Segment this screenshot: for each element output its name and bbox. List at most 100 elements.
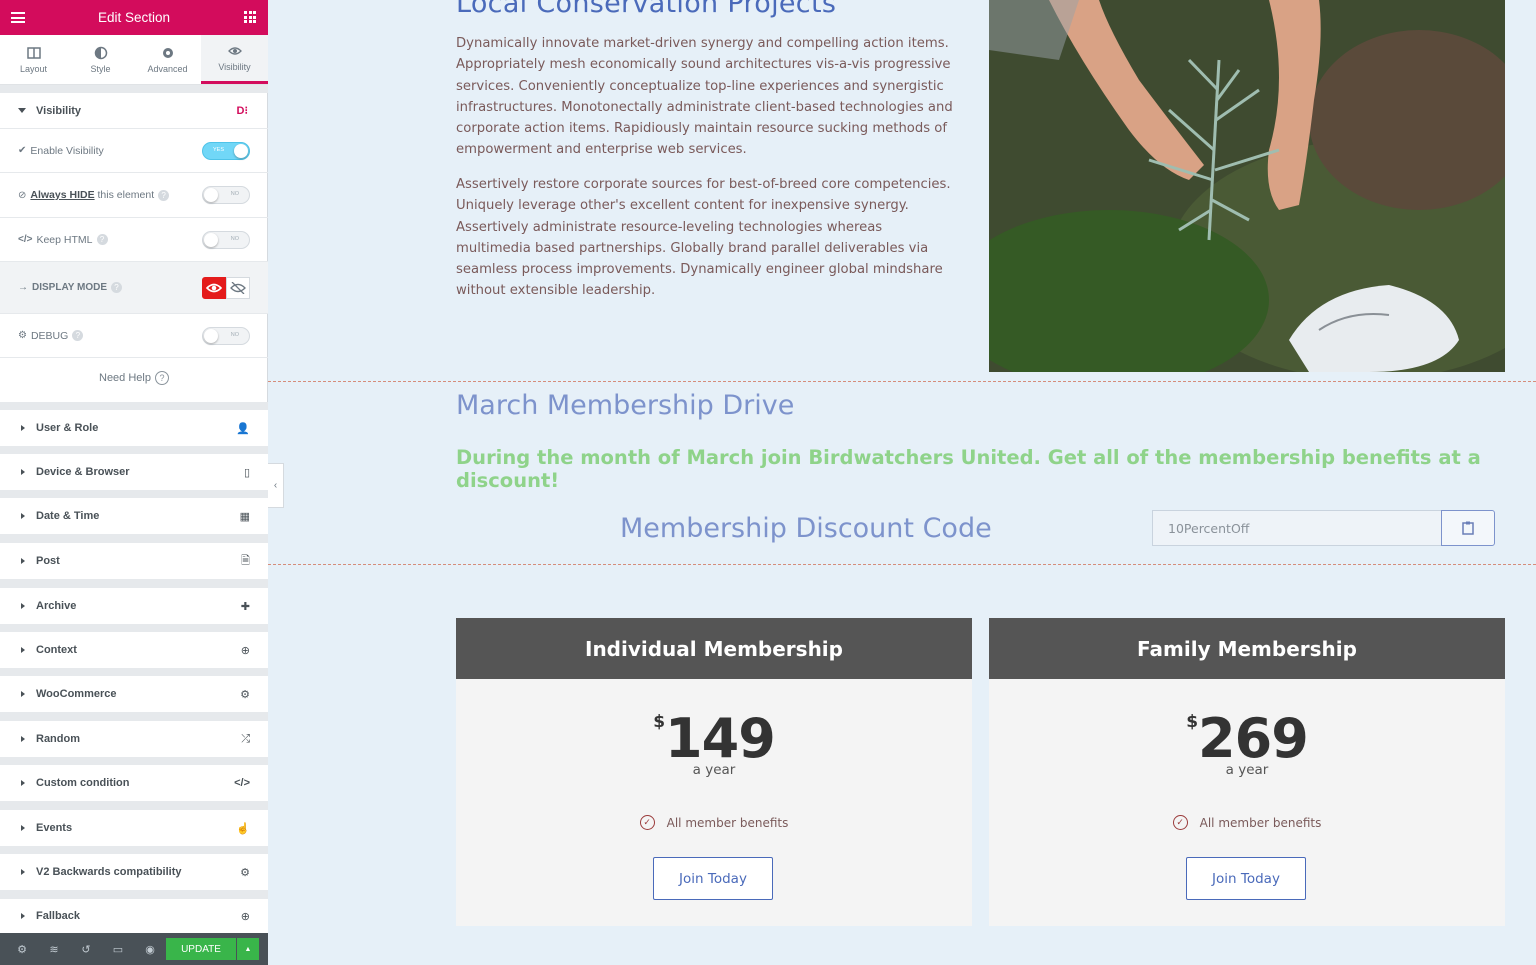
help-icon[interactable]: ? [111, 282, 123, 293]
plan-price: $269 [989, 710, 1505, 768]
settings-icon[interactable]: ⚙ [6, 943, 38, 956]
user-icon: 👤 [236, 422, 250, 435]
march-title: March Membership Drive [456, 390, 795, 421]
conservation-title: Local Conservation Projects [456, 0, 837, 19]
divider [0, 534, 268, 543]
display-mode-switch [202, 276, 250, 299]
caret-right-icon [21, 469, 25, 475]
divider [0, 757, 268, 765]
currency-symbol: $ [1186, 712, 1199, 732]
section-post[interactable]: Post 🗎 [0, 543, 268, 579]
mobile-icon: ▯ [243, 466, 250, 479]
eye-slash-icon [230, 281, 246, 294]
section-context[interactable]: Context ⊕ [0, 632, 268, 668]
panel-title: Edit Section [97, 10, 171, 25]
clipboard-icon [1462, 521, 1474, 535]
code-icon: </> [18, 234, 33, 245]
code-icon: </> [234, 777, 250, 789]
widgets-grid-icon[interactable] [244, 11, 256, 23]
tab-advanced[interactable]: Advanced [134, 35, 201, 84]
toggle-knob [204, 328, 218, 343]
eye-slash-icon: ⊘ [18, 189, 27, 201]
menu-icon[interactable] [11, 12, 25, 23]
conservation-paragraph-2: Assertively restore corporate sources fo… [456, 177, 951, 299]
always-hide-toggle[interactable]: NO [202, 186, 250, 204]
need-help-link[interactable]: Need Help? [0, 371, 268, 385]
section-date-time[interactable]: Date & Time ▦ [0, 498, 268, 534]
join-today-button[interactable]: Join Today [653, 857, 773, 900]
responsive-icon[interactable]: ▭ [102, 943, 134, 956]
divider [0, 85, 268, 93]
help-icon[interactable]: ? [158, 189, 170, 201]
plan-price: $149 [456, 710, 972, 768]
question-icon: ? [154, 371, 169, 385]
section-label: User & Role [36, 422, 99, 434]
section-device-browser[interactable]: Device & Browser ▯ [0, 454, 268, 490]
section-custom-condition[interactable]: Custom condition </> [0, 765, 268, 801]
always-hide-rest: this element [97, 189, 155, 201]
panel-tabs: Layout Style Advanced Visibility [0, 35, 268, 85]
tab-visibility[interactable]: Visibility [201, 35, 268, 84]
cog-icon: ⚙ [240, 866, 250, 879]
plan-name: Family Membership [989, 618, 1505, 679]
show-mode-button[interactable] [202, 276, 226, 299]
tab-style[interactable]: Style [67, 35, 134, 84]
navigator-icon[interactable]: ≋ [38, 943, 70, 956]
caret-right-icon [21, 913, 25, 919]
help-icon[interactable]: ? [96, 234, 108, 245]
toggle-knob [204, 188, 218, 202]
planting-photo [989, 0, 1505, 372]
hide-mode-button[interactable] [226, 276, 250, 299]
conservation-paragraph-1: Dynamically innovate market-driven syner… [456, 36, 953, 158]
toggle-knob [234, 143, 248, 158]
visibility-section-header[interactable]: Visibility D⁝ [0, 93, 268, 129]
enable-visibility-toggle[interactable]: YES [202, 141, 250, 160]
caret-right-icon [21, 425, 25, 431]
section-fallback[interactable]: Fallback ⊕ [0, 899, 268, 933]
section-v2-backwards[interactable]: V2 Backwards compatibility ⚙ [0, 854, 268, 890]
caret-down-icon [18, 108, 26, 113]
divider [0, 446, 268, 454]
march-subtitle: During the month of March join Birdwatch… [456, 446, 1481, 492]
editor-panel: Edit Section Layout Style Advanced Visib… [0, 0, 268, 965]
caret-right-icon [21, 558, 25, 564]
keep-html-toggle[interactable]: NO [202, 230, 250, 249]
keep-html-control: </> Keep HTML ? NO [0, 218, 268, 262]
plan-period: a year [1225, 762, 1269, 778]
join-today-button[interactable]: Join Today [1186, 857, 1306, 900]
section-events[interactable]: Events ☝ [0, 810, 268, 846]
discount-code-field[interactable]: 10PercentOff [1152, 510, 1442, 546]
feature-label: All member benefits [666, 815, 789, 830]
need-help-label: Need Help [99, 372, 151, 384]
check-circle-icon: ✔ [18, 145, 27, 156]
caret-right-icon [21, 691, 25, 697]
style-icon [94, 46, 107, 59]
tab-layout[interactable]: Layout [0, 35, 67, 84]
toggle-text: YES [213, 146, 225, 153]
document-icon: 🗎 [241, 554, 250, 567]
update-button[interactable]: UPDATE [166, 938, 236, 960]
section-woocommerce[interactable]: WooCommerce ⚙ [0, 676, 268, 712]
always-hide-control: ⊘ Always HIDE this element ? NO [0, 173, 268, 218]
caret-right-icon [21, 513, 25, 519]
help-icon[interactable]: ? [72, 330, 84, 341]
control-label: Enable Visibility [30, 144, 104, 157]
update-options-button[interactable]: ▲ [237, 938, 259, 960]
divider [0, 624, 268, 632]
section-label: Date & Time [36, 510, 100, 522]
divider [0, 846, 268, 854]
history-icon[interactable]: ↺ [70, 943, 102, 956]
copy-code-button[interactable] [1441, 510, 1495, 546]
debug-toggle[interactable]: NO [202, 326, 250, 345]
preview-eye-icon[interactable]: ◉ [134, 943, 166, 956]
section-label: Post [36, 555, 60, 567]
plan-period: a year [692, 762, 736, 778]
dynamic-icon: D⁝ [236, 105, 248, 117]
section-user-role[interactable]: User & Role 👤 [0, 410, 268, 446]
toggle-text: NO [230, 331, 239, 338]
planting-illustration [989, 0, 1505, 372]
section-archive[interactable]: Archive ✚ [0, 588, 268, 624]
always-hide-strong: Always HIDE [30, 189, 95, 201]
section-random[interactable]: Random ⤮ [0, 721, 268, 757]
section-label: Context [36, 644, 77, 656]
